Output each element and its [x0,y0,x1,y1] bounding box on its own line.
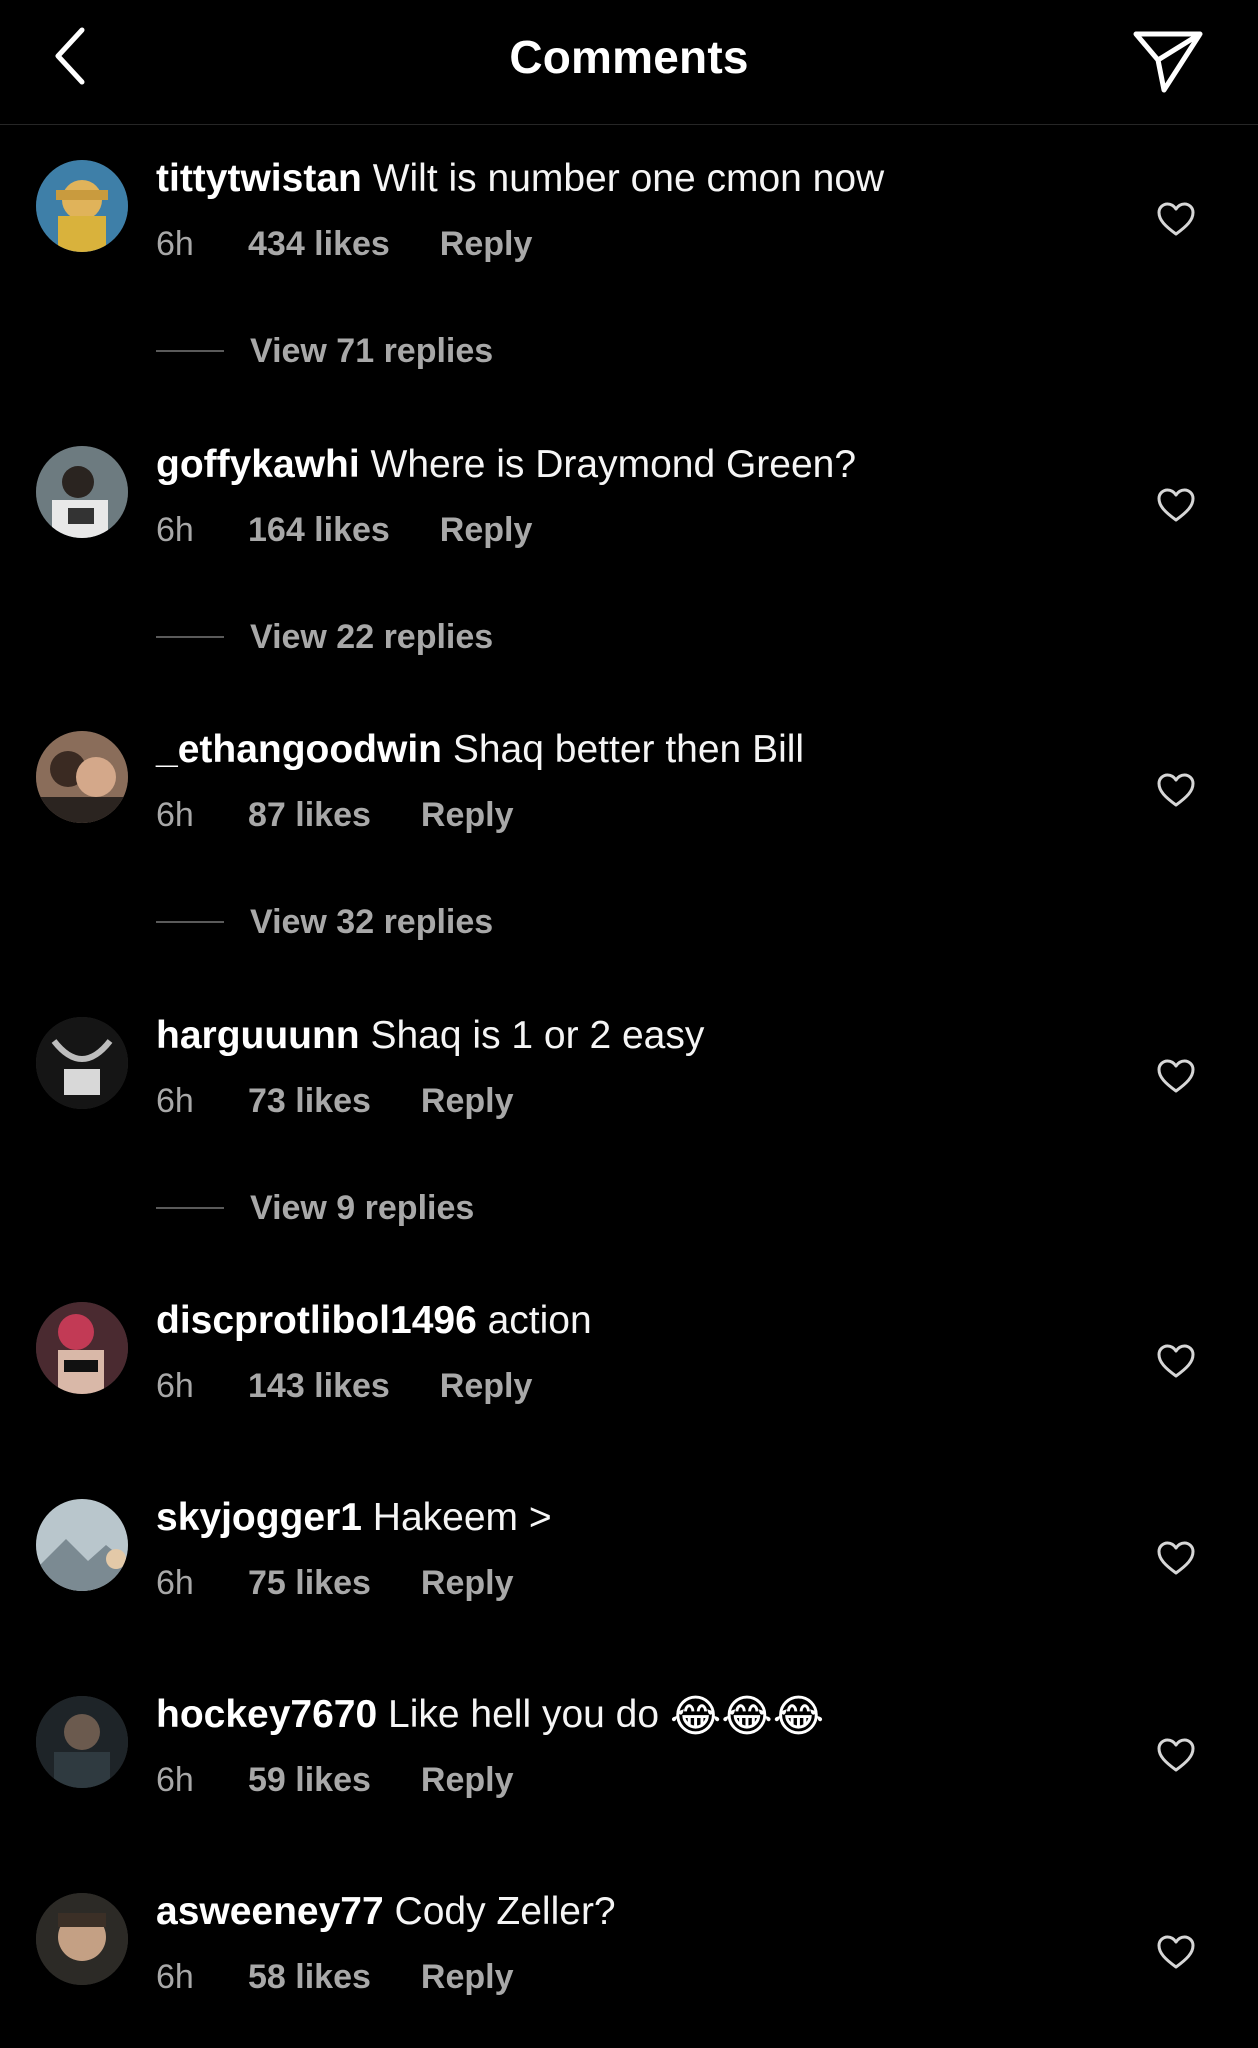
comment-body: Shaq is 1 or 2 easy [370,1014,705,1057]
comment-body: Where is Draymond Green? [370,443,857,486]
reply-button[interactable]: Reply [421,1080,514,1122]
comment-meta: 6h 58 likes Reply [156,1956,513,1998]
comment-likes[interactable]: 434 likes [248,223,390,265]
avatar[interactable] [36,1302,128,1394]
comment-body: action [487,1299,592,1342]
comment-time: 6h [156,1082,194,1120]
reply-button[interactable]: Reply [440,509,533,551]
comment-likes[interactable]: 59 likes [248,1759,371,1801]
comment-likes[interactable]: 75 likes [248,1562,371,1604]
comment-meta: 6h 73 likes Reply [156,1080,513,1122]
replies-divider [156,636,224,638]
comment-body: Shaq better then Bill [452,728,805,771]
comment-text: goffykawhi Where is Draymond Green? [156,441,856,489]
replies-divider [156,921,224,923]
replies-divider [156,350,224,352]
comment-text: tittytwistan Wilt is number one cmon now [156,155,884,203]
view-replies-label: View 71 replies [250,331,494,370]
comment-time: 6h [156,225,194,263]
comment-meta: 6h 75 likes Reply [156,1562,513,1604]
comment-likes[interactable]: 58 likes [248,1956,371,1998]
comment-username[interactable]: asweeney77 [156,1890,384,1933]
view-replies-button[interactable]: View 9 replies [156,1187,474,1229]
reply-button[interactable]: Reply [421,1956,514,1998]
comment-text: asweeney77 Cody Zeller? [156,1888,616,1936]
avatar[interactable] [36,1499,128,1591]
reply-button[interactable]: Reply [440,1365,533,1407]
avatar[interactable] [36,731,128,823]
comment-username[interactable]: discprotlibol1496 [156,1299,477,1342]
comment-item: discprotlibol1496 action 6h 143 likes Repl… [0,1297,1258,1447]
comment-likes[interactable]: 164 likes [248,509,390,551]
comment-item: harguuunn Shaq is 1 or 2 easy 6h 73 likes… [0,1012,1258,1242]
view-replies-label: View 22 replies [250,617,494,656]
comment-username[interactable]: hockey7670 [156,1693,377,1736]
reply-button[interactable]: Reply [440,223,533,265]
comment-body: Wilt is number one cmon now [372,157,885,200]
comment-item: tittytwistan Wilt is number one cmon now… [0,155,1258,385]
comment-username[interactable]: tittytwistan [156,157,362,200]
paper-plane-icon [1133,31,1203,93]
comment-time: 6h [156,1564,194,1602]
comment-username[interactable]: skyjogger1 [156,1496,362,1539]
comment-username[interactable]: _ethangoodwin [156,728,442,771]
avatar[interactable] [36,1017,128,1109]
comment-text: hockey7670 Like hell you do 😂😂😂 [156,1691,824,1739]
comment-item: goffykawhi Where is Draymond Green? 6h 16… [0,441,1258,671]
comment-time: 6h [156,1367,194,1405]
comments-header: Comments [0,0,1258,125]
heart-icon[interactable] [1156,1737,1196,1773]
comment-text: _ethangoodwin Shaq better then Bill [156,726,804,774]
view-replies-button[interactable]: View 22 replies [156,616,493,658]
comment-body: Cody Zeller? [394,1890,616,1933]
comment-likes[interactable]: 143 likes [248,1365,390,1407]
heart-icon[interactable] [1156,1058,1196,1094]
comment-meta: 6h 87 likes Reply [156,794,513,836]
heart-icon[interactable] [1156,772,1196,808]
comment-meta: 6h 59 likes Reply [156,1759,513,1801]
avatar[interactable] [36,446,128,538]
heart-icon[interactable] [1156,1343,1196,1379]
avatar[interactable] [36,1893,128,1985]
view-replies-label: View 9 replies [250,1188,475,1227]
replies-divider [156,1207,224,1209]
comment-item: hockey7670 Like hell you do 😂😂😂 6h 59 lik… [0,1691,1258,1841]
view-replies-label: View 32 replies [250,902,494,941]
heart-icon[interactable] [1156,1934,1196,1970]
reply-button[interactable]: Reply [421,1759,514,1801]
comment-likes[interactable]: 73 likes [248,1080,371,1122]
comment-text: harguuunn Shaq is 1 or 2 easy [156,1012,704,1060]
comment-username[interactable]: goffykawhi [156,443,360,486]
share-button[interactable] [1130,26,1206,96]
comment-meta: 6h 434 likes Reply [156,223,532,265]
avatar[interactable] [36,160,128,252]
heart-icon[interactable] [1156,487,1196,523]
comment-meta: 6h 164 likes Reply [156,509,532,551]
comment-text: discprotlibol1496 action [156,1297,592,1345]
page-title: Comments [509,31,749,83]
comment-time: 6h [156,1958,194,1996]
comment-username[interactable]: harguuunn [156,1014,360,1057]
comment-likes[interactable]: 87 likes [248,794,371,836]
comment-text: skyjogger1 Hakeem > [156,1494,552,1542]
view-replies-button[interactable]: View 32 replies [156,901,493,943]
comment-time: 6h [156,1761,194,1799]
reply-button[interactable]: Reply [421,1562,514,1604]
comment-meta: 6h 143 likes Reply [156,1365,532,1407]
comment-body: Hakeem > [372,1496,552,1539]
comment-time: 6h [156,796,194,834]
comment-item: skyjogger1 Hakeem > 6h 75 likes Reply [0,1494,1258,1644]
avatar[interactable] [36,1696,128,1788]
comment-time: 6h [156,511,194,549]
heart-icon[interactable] [1156,201,1196,237]
view-replies-button[interactable]: View 71 replies [156,330,493,372]
comment-body: Like hell you do [388,1693,660,1736]
comment-item: _ethangoodwin Shaq better then Bill 6h 87… [0,726,1258,956]
laughing-emoji: 😂😂😂 [669,1692,825,1741]
comment-item: asweeney77 Cody Zeller? 6h 58 likes Reply [0,1888,1258,2038]
heart-icon[interactable] [1156,1540,1196,1576]
reply-button[interactable]: Reply [421,794,514,836]
